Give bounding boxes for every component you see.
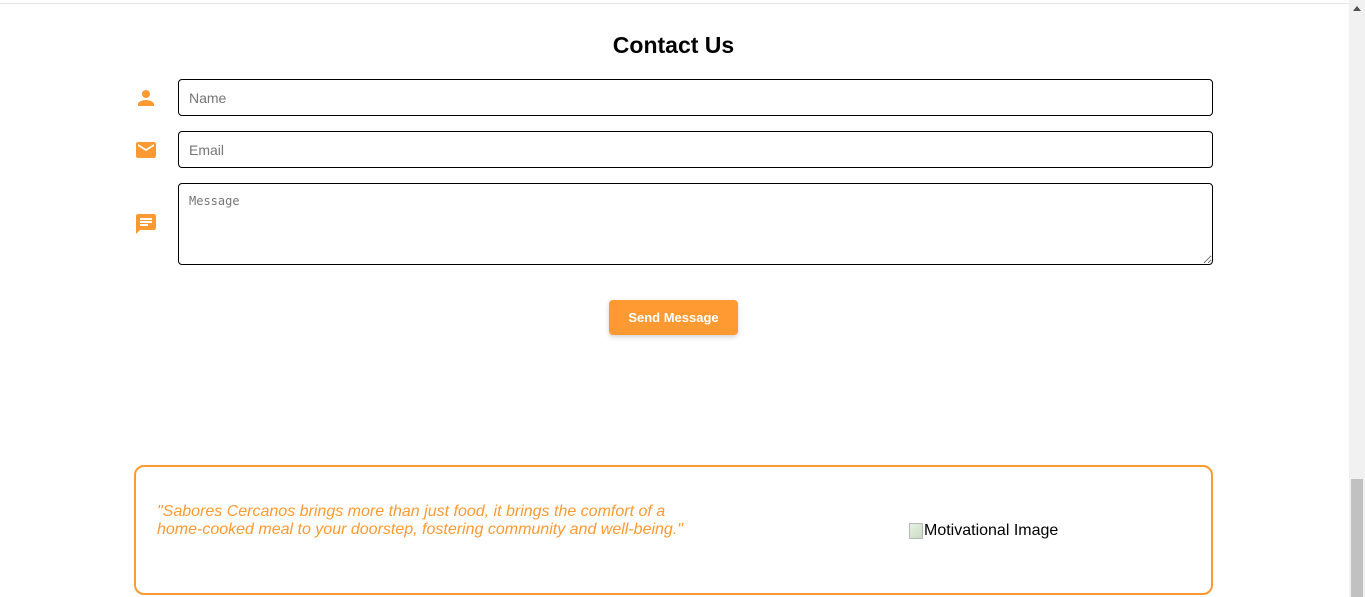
email-row <box>134 131 1213 168</box>
motivational-quote-box: "Sabores Cercanos brings more than just … <box>134 465 1213 595</box>
viewport: Contact Us Send Message "Sabores Cercano <box>0 0 1365 597</box>
name-input[interactable] <box>178 79 1213 116</box>
scroll-up-arrow-icon[interactable] <box>1349 0 1365 17</box>
message-textarea[interactable] <box>178 183 1213 265</box>
page-title: Contact Us <box>612 32 735 58</box>
broken-image-icon <box>909 523 923 539</box>
person-icon <box>134 86 158 110</box>
motivational-image-alt: Motivational Image <box>924 522 1059 539</box>
envelope-icon <box>134 138 158 162</box>
name-row <box>134 79 1213 116</box>
scrollbar-thumb[interactable] <box>1351 479 1363 597</box>
quote-text: "Sabores Cercanos brings more than just … <box>157 503 683 538</box>
vertical-scrollbar[interactable] <box>1349 0 1365 597</box>
message-row <box>134 183 1213 265</box>
chat-message-icon <box>134 212 158 236</box>
motivational-image: Motivational Image <box>909 522 1058 540</box>
contact-page: Contact Us Send Message "Sabores Cercano <box>0 0 1349 597</box>
send-message-button[interactable]: Send Message <box>609 300 738 335</box>
email-input[interactable] <box>178 131 1213 168</box>
